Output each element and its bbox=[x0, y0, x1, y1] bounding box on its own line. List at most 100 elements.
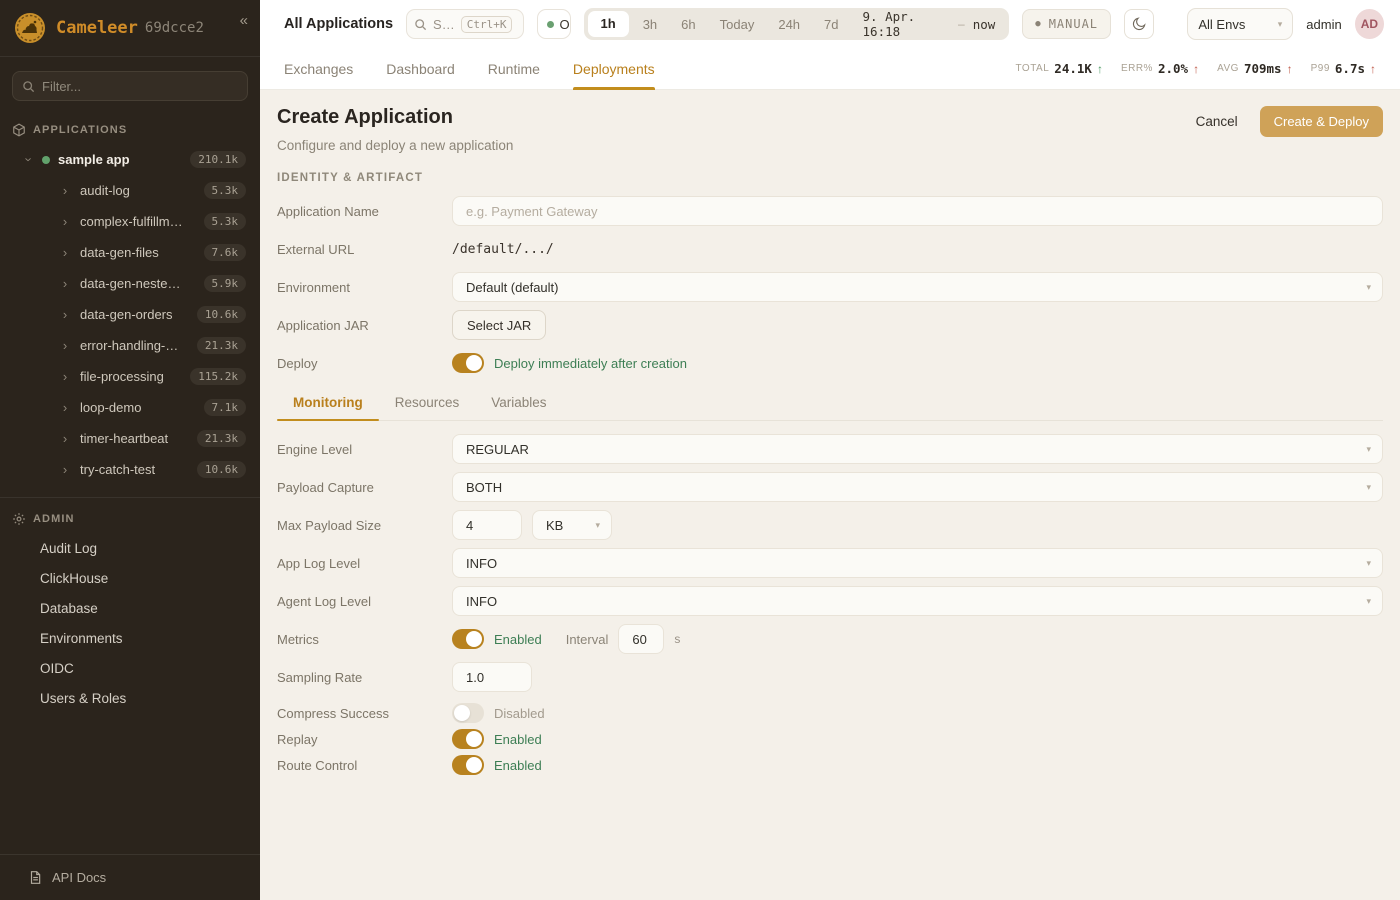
search-icon bbox=[22, 80, 35, 93]
chevron-down-icon: ▾ bbox=[1278, 19, 1283, 30]
applications-section-label: APPLICATIONS bbox=[33, 124, 127, 136]
search-placeholder-text: S… bbox=[433, 17, 455, 32]
stat-label: AVG bbox=[1217, 63, 1239, 74]
app-log-level-value: INFO bbox=[466, 556, 497, 571]
sidebar-collapse-icon[interactable]: « bbox=[240, 12, 248, 29]
environment-label: Environment bbox=[277, 280, 452, 295]
sidebar-item-environments[interactable]: Environments bbox=[0, 623, 260, 653]
chevron-right-icon[interactable]: › bbox=[58, 307, 72, 322]
search-shortcut-kbd: Ctrl+K bbox=[461, 16, 513, 33]
tree-item-label: error-handling-… bbox=[80, 338, 178, 353]
max-payload-unit-select[interactable]: KB bbox=[532, 510, 612, 540]
tree-item[interactable]: › error-handling-… 21.3k bbox=[0, 330, 260, 361]
tree-item[interactable]: › data-gen-neste… 5.9k bbox=[0, 268, 260, 299]
environment-select[interactable]: Default (default) bbox=[452, 272, 1383, 302]
select-jar-button[interactable]: Select JAR bbox=[452, 310, 546, 340]
form-row-agent-log-level: Agent Log Level INFO bbox=[277, 586, 1383, 616]
environment-select-value: Default (default) bbox=[466, 280, 559, 295]
sidebar-item-audit-log[interactable]: Audit Log bbox=[0, 533, 260, 563]
tree-item[interactable]: › audit-log 5.3k bbox=[0, 175, 260, 206]
payload-capture-select[interactable]: BOTH bbox=[452, 472, 1383, 502]
agent-log-level-select[interactable]: INFO bbox=[452, 586, 1383, 616]
external-url-label: External URL bbox=[277, 242, 452, 257]
create-deploy-button[interactable]: Create & Deploy bbox=[1260, 106, 1383, 137]
tab-runtime[interactable]: Runtime bbox=[488, 48, 540, 90]
tab-deployments[interactable]: Deployments bbox=[573, 48, 655, 90]
context-title: All Applications bbox=[284, 16, 393, 32]
count-badge: 5.3k bbox=[204, 213, 247, 230]
sampling-rate-input[interactable] bbox=[452, 662, 532, 692]
deploy-label: Deploy bbox=[277, 356, 452, 371]
replay-toggle[interactable] bbox=[452, 729, 484, 749]
chevron-right-icon[interactable]: › bbox=[58, 431, 72, 446]
user-avatar[interactable]: AD bbox=[1355, 9, 1384, 39]
time-range-from[interactable]: 9. Apr. 16:18 bbox=[851, 9, 958, 39]
count-badge: 210.1k bbox=[190, 151, 246, 168]
time-range-1h[interactable]: 1h bbox=[588, 11, 629, 37]
chevron-right-icon[interactable]: › bbox=[58, 276, 72, 291]
tree-item-label: file-processing bbox=[80, 369, 164, 384]
refresh-mode-button[interactable]: ● MANUAL bbox=[1022, 9, 1111, 39]
chevron-right-icon[interactable]: › bbox=[58, 400, 72, 415]
sidebar-item-clickhouse[interactable]: ClickHouse bbox=[0, 563, 260, 593]
application-name-input[interactable] bbox=[452, 196, 1383, 226]
max-payload-size-input[interactable] bbox=[452, 510, 522, 540]
metrics-toggle[interactable] bbox=[452, 629, 484, 649]
time-range-today[interactable]: Today bbox=[708, 17, 767, 32]
time-range-3h[interactable]: 3h bbox=[631, 17, 669, 32]
time-range-7d[interactable]: 7d bbox=[812, 17, 850, 32]
sidebar-filter[interactable] bbox=[12, 71, 248, 101]
tree-item-label: timer-heartbeat bbox=[80, 431, 168, 446]
tree-item[interactable]: › data-gen-files 7.6k bbox=[0, 237, 260, 268]
tab-variables[interactable]: Variables bbox=[475, 395, 562, 420]
engine-level-select[interactable]: REGULAR bbox=[452, 434, 1383, 464]
sidebar-item-users-roles[interactable]: Users & Roles bbox=[0, 683, 260, 713]
tree-item-sample-app[interactable]: › sample app 210.1k bbox=[0, 144, 260, 175]
theme-toggle-button[interactable] bbox=[1124, 9, 1154, 39]
chevron-right-icon[interactable]: › bbox=[58, 214, 72, 229]
tab-monitoring[interactable]: Monitoring bbox=[277, 395, 379, 420]
tree-item[interactable]: › file-processing 115.2k bbox=[0, 361, 260, 392]
max-payload-unit-value: KB bbox=[546, 518, 563, 533]
tree-item[interactable]: › timer-heartbeat 21.3k bbox=[0, 423, 260, 454]
tab-resources[interactable]: Resources bbox=[379, 395, 476, 420]
chevron-right-icon[interactable]: › bbox=[58, 183, 72, 198]
route-control-toggle[interactable] bbox=[452, 755, 484, 775]
api-docs-link[interactable]: API Docs bbox=[0, 854, 260, 900]
interval-input[interactable] bbox=[618, 624, 664, 654]
chevron-right-icon[interactable]: › bbox=[58, 462, 72, 477]
app-log-level-select[interactable]: INFO bbox=[452, 548, 1383, 578]
chevron-right-icon[interactable]: › bbox=[58, 369, 72, 384]
form-row-compress-success: Compress Success Disabled bbox=[277, 703, 1383, 723]
tree-item[interactable]: › data-gen-orders 10.6k bbox=[0, 299, 260, 330]
chevron-right-icon[interactable]: › bbox=[58, 245, 72, 260]
deploy-toggle[interactable] bbox=[452, 353, 484, 373]
stat-label: P99 bbox=[1311, 63, 1330, 74]
count-badge: 7.6k bbox=[204, 244, 247, 261]
environment-selector[interactable]: All Envs ▾ bbox=[1187, 8, 1293, 40]
tree-item[interactable]: › try-catch-test 10.6k bbox=[0, 454, 260, 485]
global-search[interactable]: S… Ctrl+K bbox=[406, 9, 524, 39]
agent-log-level-value: INFO bbox=[466, 594, 497, 609]
time-range-to[interactable]: now bbox=[965, 17, 1008, 32]
app-version: 69dcce2 bbox=[145, 20, 204, 36]
time-range-24h[interactable]: 24h bbox=[766, 17, 812, 32]
chevron-right-icon[interactable]: › bbox=[58, 338, 72, 353]
trend-up-icon: ↑ bbox=[1287, 62, 1293, 76]
time-range-6h[interactable]: 6h bbox=[669, 17, 707, 32]
sidebar-item-oidc[interactable]: OIDC bbox=[0, 653, 260, 683]
sidebar-item-database[interactable]: Database bbox=[0, 593, 260, 623]
tree-item-label: data-gen-files bbox=[80, 245, 159, 260]
tree-item[interactable]: › loop-demo 7.1k bbox=[0, 392, 260, 423]
cancel-button[interactable]: Cancel bbox=[1184, 107, 1250, 136]
tab-dashboard[interactable]: Dashboard bbox=[386, 48, 455, 90]
top-bar: All Applications S… Ctrl+K O 1h 3h 6h To… bbox=[260, 0, 1400, 48]
chevron-down-icon[interactable]: › bbox=[22, 153, 37, 167]
filter-input[interactable] bbox=[42, 79, 238, 94]
application-jar-label: Application JAR bbox=[277, 318, 452, 333]
tab-exchanges[interactable]: Exchanges bbox=[284, 48, 353, 90]
connection-status-pill[interactable]: O bbox=[537, 9, 571, 39]
compress-success-toggle[interactable] bbox=[452, 703, 484, 723]
tree-item[interactable]: › complex-fulfillm… 5.3k bbox=[0, 206, 260, 237]
form-row-payload-capture: Payload Capture BOTH bbox=[277, 472, 1383, 502]
